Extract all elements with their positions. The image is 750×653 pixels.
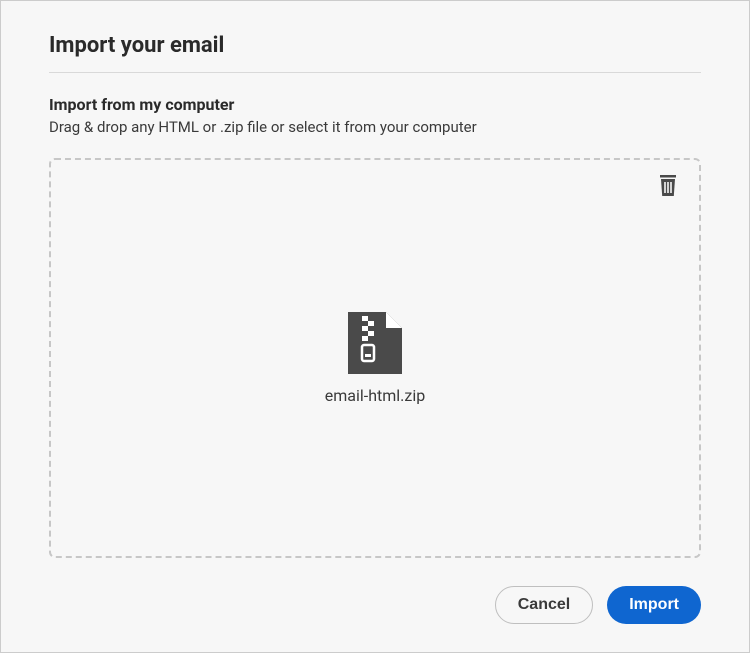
import-email-dialog: Import your email Import from my compute… (0, 0, 750, 653)
zip-file-icon (325, 312, 425, 374)
dialog-title: Import your email (49, 33, 701, 58)
file-dropzone[interactable]: email-html.zip (49, 158, 701, 558)
remove-file-button[interactable] (655, 174, 681, 200)
divider (49, 72, 701, 73)
dialog-actions: Cancel Import (49, 586, 701, 624)
section-title: Import from my computer (49, 95, 701, 114)
section-description: Drag & drop any HTML or .zip file or sel… (49, 118, 701, 136)
trash-icon (658, 175, 678, 200)
uploaded-file: email-html.zip (325, 312, 425, 405)
import-button[interactable]: Import (607, 586, 701, 624)
file-name: email-html.zip (325, 386, 425, 405)
cancel-button[interactable]: Cancel (495, 586, 593, 624)
